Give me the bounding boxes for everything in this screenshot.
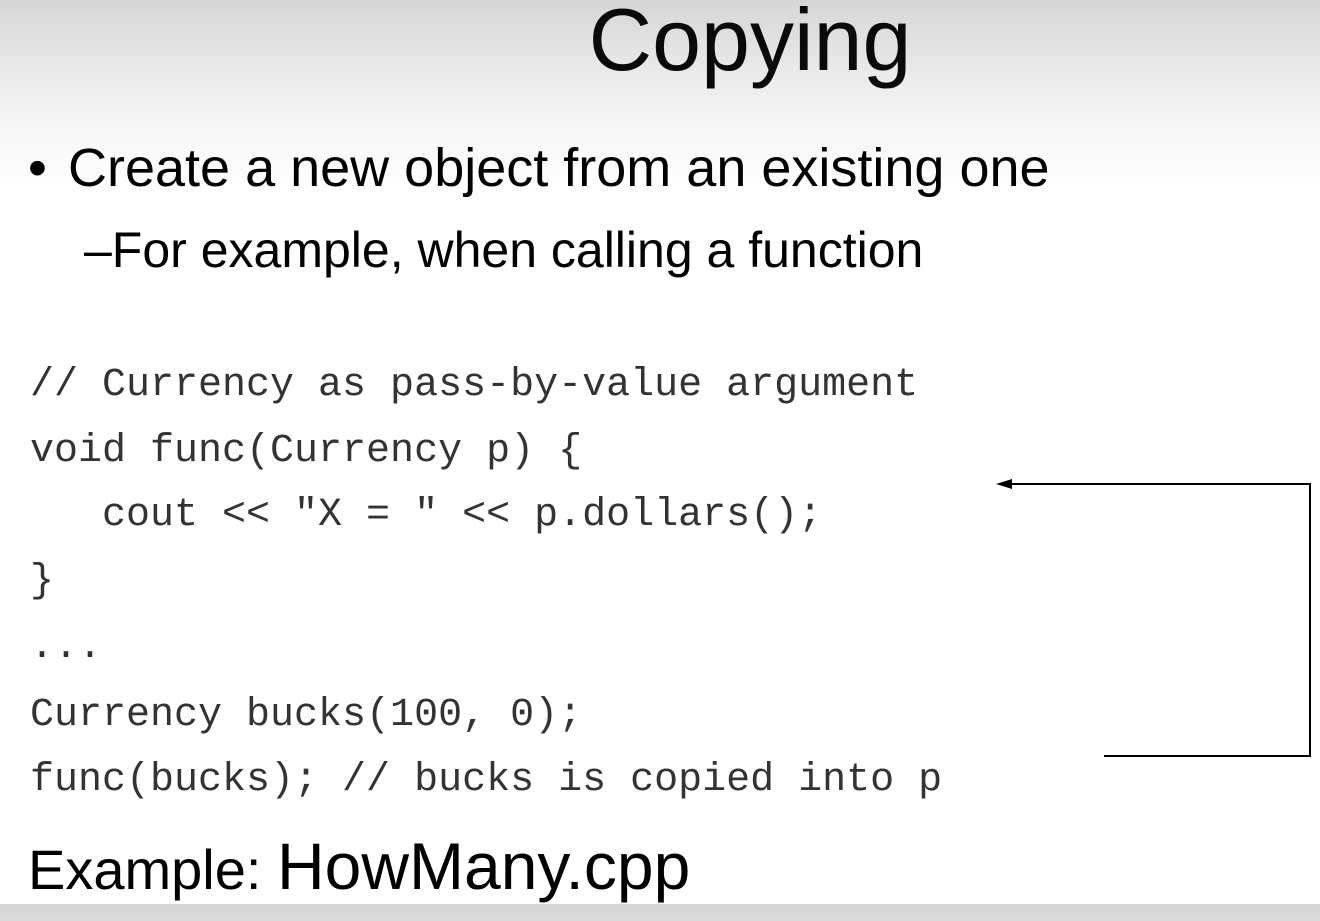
code-line-closing-brace: }	[30, 559, 55, 604]
code-line-cout: cout << "X = " << p.dollars();	[30, 493, 823, 538]
example-label: Example:	[28, 838, 277, 901]
sub-bullet-item: –For example, when calling a function	[84, 222, 924, 278]
code-line-func-signature: void func(Currency p) {	[30, 429, 583, 474]
example-caption: Example: HowMany.cpp	[28, 830, 690, 921]
code-line-bucks-declaration: Currency bucks(100, 0);	[30, 693, 583, 738]
code-line-comment: // Currency as pass-by-value argument	[30, 363, 919, 408]
code-line-func-call: func(bucks); // bucks is copied into p	[30, 758, 943, 803]
bullet-marker: •	[28, 138, 47, 198]
bullet-item: • Create a new object from an existing on…	[28, 136, 1050, 200]
code-line-ellipsis: ...	[30, 625, 103, 670]
example-filename: HowMany.cpp	[277, 829, 691, 903]
slide-title: Copying	[588, 0, 912, 89]
bullet-text: Create a new object from an existing one	[68, 138, 1050, 198]
